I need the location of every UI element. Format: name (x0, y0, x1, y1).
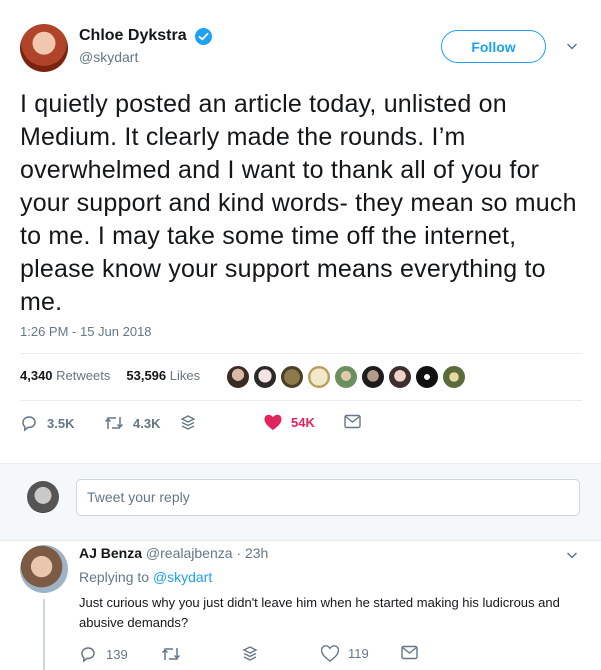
reply-share-action[interactable] (241, 645, 268, 663)
divider (20, 353, 582, 354)
reply-icon (22, 416, 36, 432)
likes-stat[interactable]: 53,596 Likes (126, 368, 200, 383)
tweet-actions: 3.5K 4.3K 54K (20, 414, 580, 436)
tweet-timestamp[interactable]: 1:26 PM - 15 Jun 2018 (20, 324, 152, 339)
like-action[interactable]: 54K (264, 414, 315, 431)
envelope-icon (344, 414, 361, 429)
replying-to-prefix: Replying to (79, 569, 150, 585)
author-block: Chloe Dykstra @skydart (79, 27, 213, 65)
reply-header: AJ Benza @realajbenza · 23h (79, 545, 268, 561)
reply-time[interactable]: · 23h (236, 545, 268, 561)
divider (20, 400, 582, 401)
liker-avatar[interactable] (334, 365, 358, 389)
reply-author-avatar[interactable] (20, 545, 68, 593)
reply-input[interactable]: Tweet your reply (76, 479, 580, 516)
layers-icon (180, 415, 196, 430)
liker-avatars (226, 365, 469, 389)
envelope-icon (401, 645, 418, 660)
reply-like-action[interactable]: 119 (321, 645, 369, 662)
tweet-stats: 4,340 Retweets 53,596 Likes (20, 368, 210, 383)
share-action[interactable] (179, 414, 206, 432)
chevron-down-icon[interactable] (566, 40, 578, 52)
reply-retweet-action[interactable] (161, 645, 190, 663)
like-count: 54K (291, 415, 315, 430)
reply-reply-action[interactable]: 139 (79, 645, 128, 663)
liker-avatar[interactable] (280, 365, 304, 389)
likes-label: Likes (169, 368, 201, 383)
retweets-stat[interactable]: 4,340 Retweets (20, 368, 110, 383)
reply-action[interactable]: 3.5K (20, 414, 74, 432)
layers-icon (242, 646, 258, 661)
current-user-avatar[interactable] (27, 481, 59, 513)
likes-count: 53,596 (126, 368, 167, 383)
liker-avatar[interactable] (442, 365, 466, 389)
retweet-count: 4.3K (133, 415, 161, 431)
heart-icon (264, 414, 282, 430)
reply-like-count: 119 (348, 646, 369, 661)
retweet-icon (161, 648, 181, 660)
replying-to-handle[interactable]: @skydart (153, 569, 212, 585)
reply-text: Just curious why you just didn't leave h… (79, 595, 560, 630)
liker-avatar[interactable] (415, 365, 439, 389)
author-avatar[interactable] (20, 24, 68, 72)
liker-avatar[interactable] (361, 365, 385, 389)
liker-avatar[interactable] (388, 365, 412, 389)
retweets-label: Retweets (56, 368, 111, 383)
reply-author-name[interactable]: AJ Benza (79, 545, 142, 561)
chevron-down-icon[interactable] (566, 549, 578, 561)
reply-reply-count: 139 (106, 646, 128, 662)
reply-author-handle[interactable]: @realajbenza (146, 545, 233, 561)
heart-outline-icon (321, 645, 339, 662)
author-display-name[interactable]: Chloe Dykstra (79, 27, 187, 45)
reply-message-action[interactable] (401, 645, 427, 660)
message-action[interactable] (344, 414, 370, 429)
reply-count: 3.5K (47, 415, 75, 431)
liker-avatar[interactable] (253, 365, 277, 389)
verified-badge-icon (195, 27, 213, 45)
reply-icon (81, 647, 95, 663)
retweet-icon (104, 417, 124, 429)
follow-button[interactable]: Follow (441, 30, 546, 63)
reply-actions: 139 119 (79, 645, 579, 663)
retweets-count: 4,340 (20, 368, 53, 383)
tweet-text: I quietly posted an article today, unlis… (20, 90, 577, 316)
retweet-action[interactable]: 4.3K (104, 414, 160, 432)
thread-line (43, 599, 45, 670)
liker-avatar[interactable] (226, 365, 250, 389)
liker-avatar[interactable] (307, 365, 331, 389)
author-handle[interactable]: @skydart (79, 49, 212, 65)
replying-to: Replying to @skydart (79, 569, 212, 585)
